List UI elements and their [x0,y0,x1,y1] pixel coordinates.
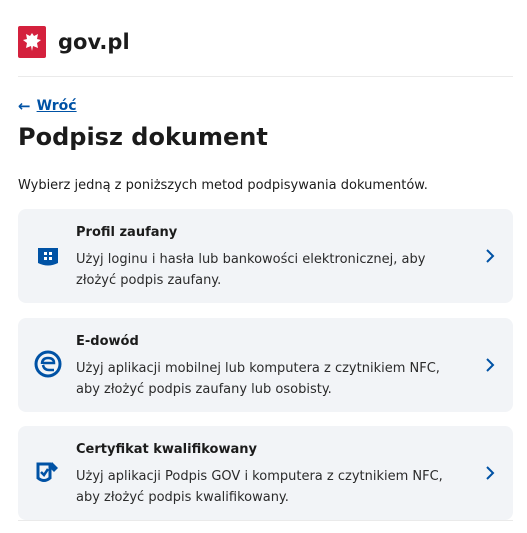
method-card-e-dowod[interactable]: E-dowód Użyj aplikacji mobilnej lub komp… [18,318,513,412]
method-description: Użyj aplikacji Podpis GOV i komputera z … [76,469,443,505]
method-title: E-dowód [76,334,139,349]
header-divider [18,76,513,77]
brand-logo-text[interactable]: gov.pl [58,30,130,54]
e-id-icon [34,350,62,378]
site-header: gov.pl [18,25,130,59]
trusted-profile-icon [38,248,58,266]
intro-text: Wybierz jedną z poniższych metod podpisy… [18,178,428,193]
polish-eagle-emblem-icon [18,26,46,58]
method-title: Certyfikat kwalifikowany [76,442,257,457]
back-link[interactable]: ← Wróć [18,97,77,115]
arrow-left-icon: ← [18,97,31,115]
method-card-profil-zaufany[interactable]: Profil zaufany Użyj loginu i hasła lub b… [18,209,513,303]
qualified-certificate-icon [36,462,58,482]
chevron-right-icon [486,249,495,263]
method-description: Użyj loginu i hasła lub bankowości elekt… [76,252,426,288]
back-link-label: Wróć [36,98,77,114]
method-description: Użyj aplikacji mobilnej lub komputera z … [76,361,440,397]
method-title: Profil zaufany [76,225,178,240]
chevron-right-icon [486,358,495,372]
bottom-divider [18,520,513,521]
method-card-certyfikat-kwalifikowany[interactable]: Certyfikat kwalifikowany Użyj aplikacji … [18,426,513,520]
chevron-right-icon [486,466,495,480]
page-title: Podpisz dokument [18,123,268,151]
